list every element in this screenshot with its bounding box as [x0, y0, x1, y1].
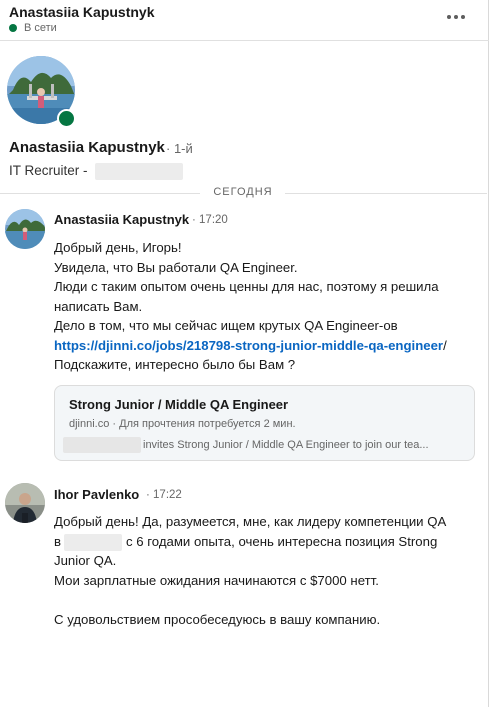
line-suffix: с 6 годами опыта, очень интересна позици… — [126, 533, 438, 549]
online-status-icon — [9, 24, 17, 32]
redacted-company — [63, 437, 141, 453]
link-preview-card[interactable]: Strong Junior / Middle QA Engineer djinn… — [54, 385, 475, 461]
conversation-header: Anastasiia Kapustnyk В сети — [0, 0, 489, 41]
conversation-pane: Anastasiia Kapustnyk В сети Anastasiia K… — [0, 0, 489, 707]
message-link-line: https://djinni.co/jobs/218798-strong-jun… — [54, 336, 474, 356]
sender-avatar[interactable] — [5, 483, 45, 523]
message-line: Люди с таким опытом очень ценны для нас,… — [54, 279, 439, 294]
link-suffix: / — [443, 337, 447, 353]
message-timestamp: · 17:22 — [146, 489, 182, 501]
more-options-icon-dot — [461, 15, 465, 19]
sender-avatar[interactable] — [5, 209, 45, 249]
message-line: Увидела, что Вы работали QA Engineer. — [54, 259, 298, 275]
message-body: Добрый день! Да, разумеется, мне, как ли… — [54, 512, 474, 629]
message-line: Подскажите, интересно было бы Вам ? — [54, 357, 296, 372]
message-line-spacer — [54, 590, 474, 610]
card-domain: djinni.co — [69, 418, 110, 430]
message-line: Добрый день, Игорь! — [54, 240, 182, 255]
profile-online-indicator — [57, 109, 76, 128]
message-line: Дело в том, что мы сейчас ищем крутых QA… — [54, 318, 398, 333]
more-options-icon-dot — [454, 15, 458, 19]
message-line: написать Вам. — [54, 298, 143, 314]
card-title[interactable]: Strong Junior / Middle QA Engineer — [69, 397, 288, 412]
status-label: В сети — [24, 22, 57, 34]
message-line: С удовольствием прособеседуюсь в вашу ко… — [54, 611, 381, 627]
profile-name[interactable]: Anastasiia Kapustnyk — [9, 139, 165, 156]
job-link[interactable]: https://djinni.co/jobs/218798-strong-jun… — [54, 338, 443, 353]
card-meta: djinni.co · Для прочтения потребуется 2 … — [69, 418, 296, 430]
sender-photo — [5, 483, 45, 523]
message-body: Добрый день, Игорь! Увидела, что Вы рабо… — [54, 238, 474, 375]
message-sender-name[interactable]: Ihor Pavlenko — [54, 487, 139, 502]
card-invite-text: invites Strong Junior / Middle QA Engine… — [143, 438, 429, 451]
message-line: Junior QA. — [54, 553, 117, 568]
message-line: Добрый день! Да, разумеется, мне, как ли… — [54, 514, 447, 529]
header-contact-name[interactable]: Anastasiia Kapustnyk — [9, 4, 155, 20]
profile-headline: IT Recruiter - — [9, 163, 184, 180]
message-line: Мои зарплатные ожидания начинаются с $70… — [54, 572, 379, 588]
card-read-time: · Для прочтения потребуется 2 мин. — [112, 418, 296, 430]
message-sender-name[interactable]: Anastasiia Kapustnyk — [54, 212, 189, 227]
day-divider-label: СЕГОДНЯ — [213, 186, 273, 198]
card-description: invites Strong Junior / Middle QA Engine… — [63, 437, 463, 453]
connection-degree: · 1-й — [166, 141, 193, 156]
profile-title-text: IT Recruiter - — [9, 163, 88, 179]
line-prefix: в — [54, 533, 62, 549]
header-status: В сети — [9, 22, 57, 34]
message-timestamp: · 17:20 — [192, 214, 228, 226]
more-options-button[interactable] — [443, 6, 469, 28]
message-line-with-redaction: в с 6 годами опыта, очень интересна позиц… — [54, 532, 474, 552]
more-options-icon — [447, 15, 451, 19]
sender-photo — [5, 209, 45, 249]
redacted-company — [64, 533, 123, 551]
redacted-company — [95, 163, 184, 180]
